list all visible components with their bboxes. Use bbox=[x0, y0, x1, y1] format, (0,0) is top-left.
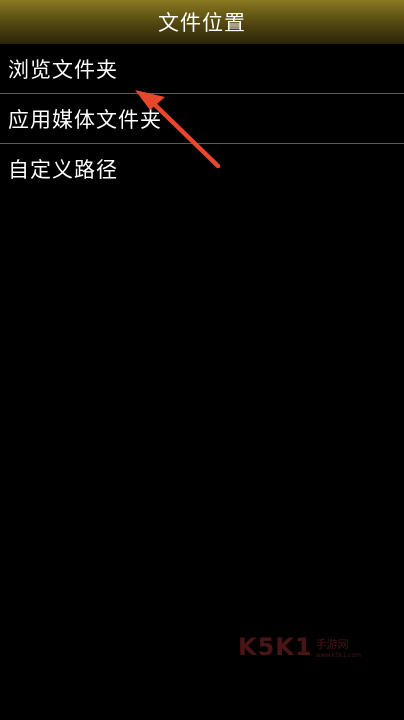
page-title: 文件位置 bbox=[158, 11, 246, 35]
menu-item-custom-path[interactable]: 自定义路径 bbox=[0, 144, 404, 194]
title-bar: 文件位置 bbox=[0, 0, 404, 45]
menu-item-app-media-folder[interactable]: 应用媒体文件夹 bbox=[0, 94, 404, 144]
menu-item-browse-folder[interactable]: 浏览文件夹 bbox=[0, 44, 404, 94]
menu-item-label: 浏览文件夹 bbox=[8, 57, 118, 82]
watermark-side: 手游网 www.k5k1.com bbox=[316, 636, 361, 659]
watermark-name: 手游网 bbox=[315, 637, 349, 651]
file-location-menu: 浏览文件夹 应用媒体文件夹 自定义路径 bbox=[0, 44, 404, 194]
watermark-url: www.k5k1.com bbox=[315, 651, 361, 659]
menu-item-label: 自定义路径 bbox=[8, 158, 118, 182]
menu-item-label: 应用媒体文件夹 bbox=[8, 107, 162, 132]
watermark-logo: K5K1 手游网 www.k5k1.com bbox=[238, 632, 361, 662]
watermark-logo-text: K5K1 bbox=[238, 633, 313, 661]
